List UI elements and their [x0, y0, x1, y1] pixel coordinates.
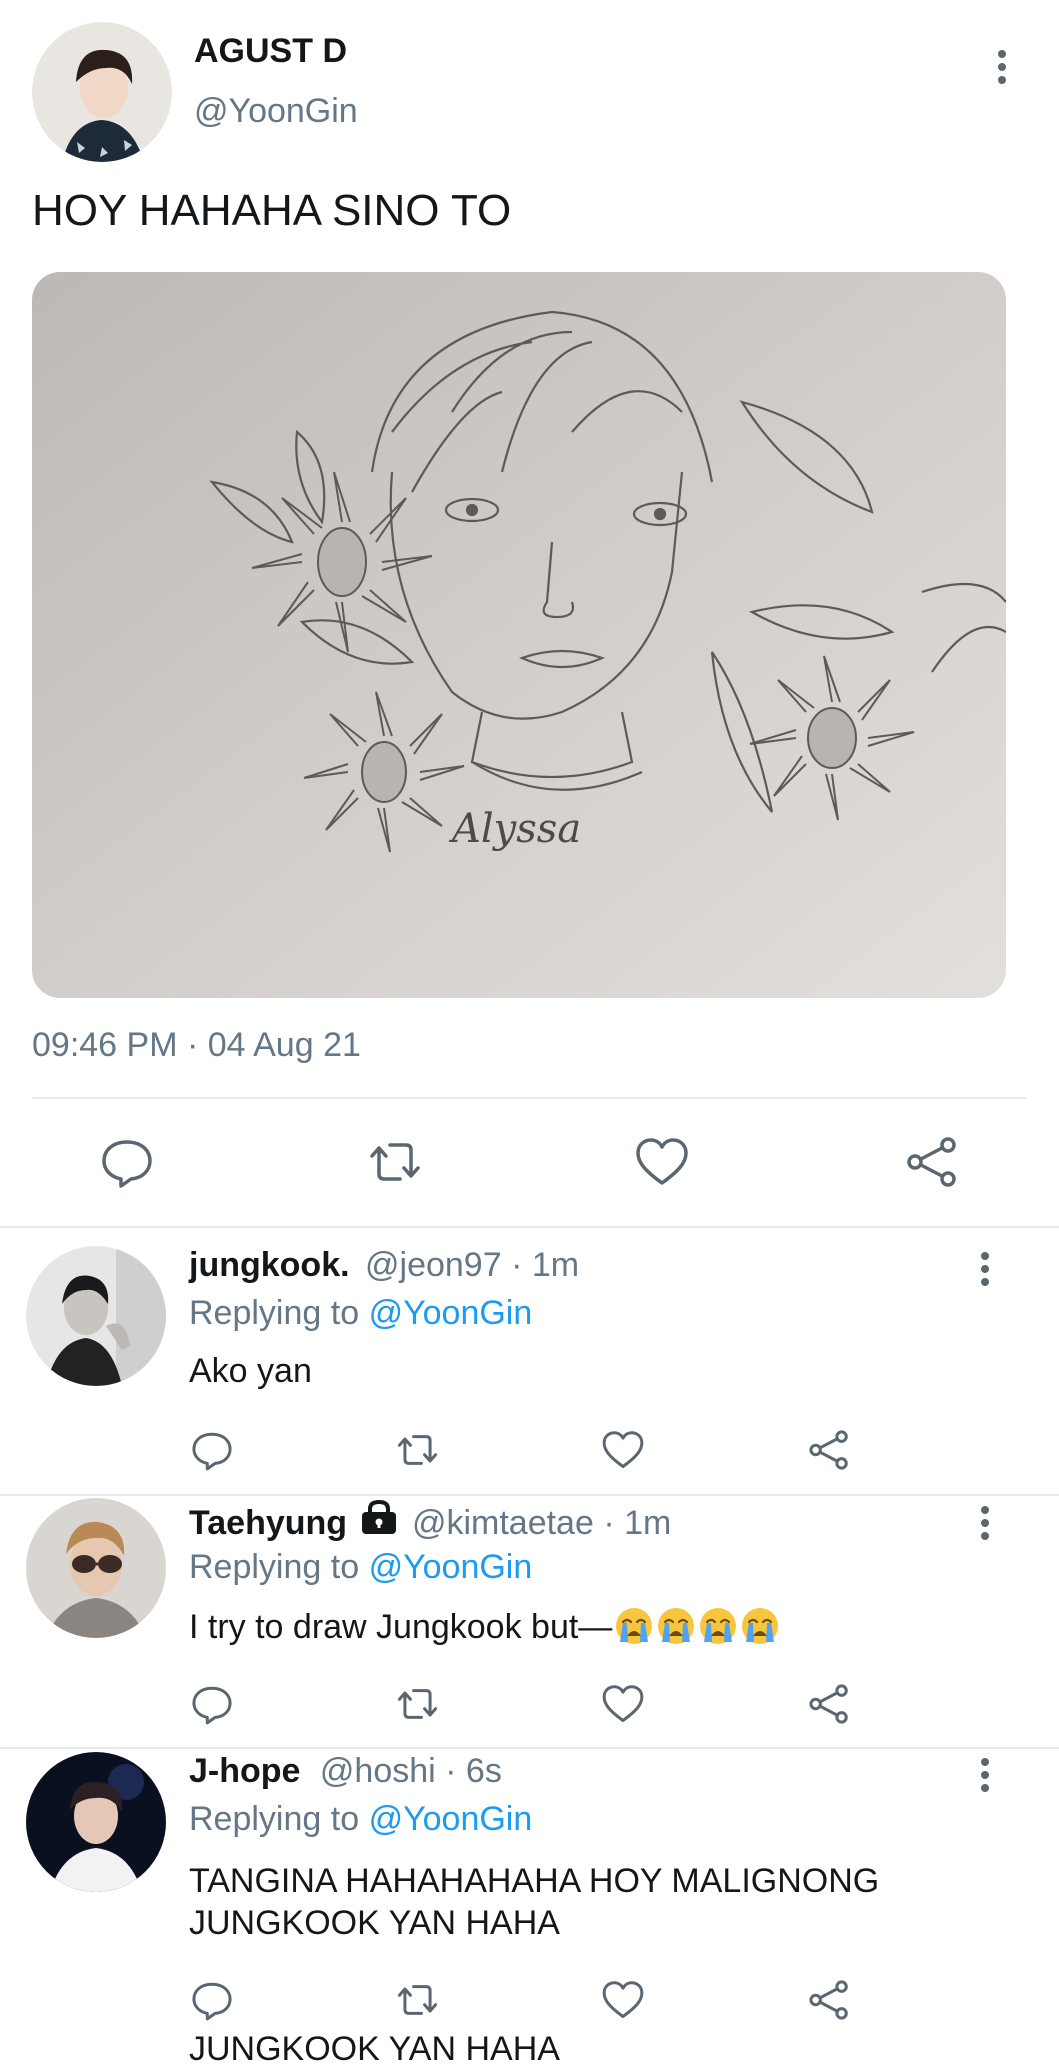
crying-face-emoji [698, 1606, 738, 1646]
reply-icon[interactable] [99, 1134, 155, 1190]
lock-icon [361, 1499, 397, 1545]
reply-header: Taehyung @kimtaetae · 1m [189, 1499, 672, 1545]
reply-text-row: I try to draw Jungkook but— [189, 1606, 780, 1647]
drawing-signature: Alyssa [448, 806, 581, 852]
share-icon[interactable] [904, 1134, 960, 1190]
like-icon[interactable] [601, 1682, 645, 1726]
emoji-group [612, 1608, 780, 1646]
reply-avatar[interactable] [26, 1752, 166, 1892]
reply-author-name[interactable]: jungkook. [189, 1246, 350, 1284]
cutoff-text: JUNGKOOK YAN HAHA [189, 2030, 560, 2068]
share-icon[interactable] [807, 1428, 851, 1472]
retweet-icon[interactable] [393, 1978, 442, 2022]
replying-to-line: Replying to @YoonGin [189, 1800, 533, 1838]
crying-face-emoji [614, 1606, 654, 1646]
reply-icon[interactable] [190, 1978, 234, 2022]
replying-to-line: Replying to @YoonGin [189, 1548, 533, 1586]
more-vert-icon[interactable] [979, 1758, 991, 1797]
replying-to-link[interactable]: @YoonGin [369, 1548, 533, 1586]
reply-text: I try to draw Jungkook but— [189, 1608, 613, 1646]
crying-face-emoji [740, 1606, 780, 1646]
reply-text: TANGINA HAHAHAHAHA HOY MALIGNONG JUNGKOO… [189, 1862, 880, 1942]
section-divider [0, 1226, 1059, 1228]
more-vert-icon[interactable] [996, 50, 1008, 89]
section-divider [0, 1494, 1059, 1496]
retweet-icon[interactable] [393, 1428, 442, 1472]
like-icon[interactable] [601, 1428, 645, 1472]
reply-icon[interactable] [190, 1428, 234, 1472]
replying-to-line: Replying to @YoonGin [189, 1294, 533, 1332]
retweet-icon[interactable] [393, 1682, 442, 1726]
reply-header: jungkook. @jeon97 · 1m [189, 1246, 579, 1285]
share-icon[interactable] [807, 1978, 851, 2022]
share-icon[interactable] [807, 1682, 851, 1726]
reply-author-name[interactable]: J-hope [189, 1752, 300, 1790]
timestamp-divider [32, 1097, 1026, 1099]
reply-text: Ako yan [189, 1352, 312, 1390]
reply-avatar[interactable] [26, 1246, 166, 1386]
tweet-timestamp: 09:46 PM · 04 Aug 21 [32, 1026, 361, 1064]
replying-to-link[interactable]: @YoonGin [369, 1294, 533, 1332]
reply-author-name[interactable]: Taehyung [189, 1504, 347, 1542]
like-icon[interactable] [601, 1978, 645, 2022]
reply-meta: @hoshi · 6s [319, 1752, 502, 1790]
retweet-icon[interactable] [364, 1134, 426, 1190]
section-divider [0, 1747, 1059, 1749]
author-name[interactable]: AGUST D [194, 32, 347, 71]
replying-to-link[interactable]: @YoonGin [369, 1800, 533, 1838]
reply-icon[interactable] [190, 1682, 234, 1726]
more-vert-icon[interactable] [979, 1506, 991, 1545]
more-vert-icon[interactable] [979, 1252, 991, 1291]
reply-meta: @jeon97 · 1m [365, 1246, 580, 1284]
crying-face-emoji [656, 1606, 696, 1646]
author-avatar[interactable] [32, 22, 172, 162]
reply-avatar[interactable] [26, 1498, 166, 1638]
reply-header: J-hope @hoshi · 6s [189, 1752, 502, 1791]
tweet-image[interactable]: Alyssa [32, 272, 1006, 998]
reply-meta: @kimtaetae · 1m [411, 1504, 672, 1542]
author-handle[interactable]: @YoonGin [194, 92, 358, 131]
like-icon[interactable] [634, 1134, 690, 1190]
tweet-text: HOY HAHAHA SINO TO [32, 186, 512, 235]
